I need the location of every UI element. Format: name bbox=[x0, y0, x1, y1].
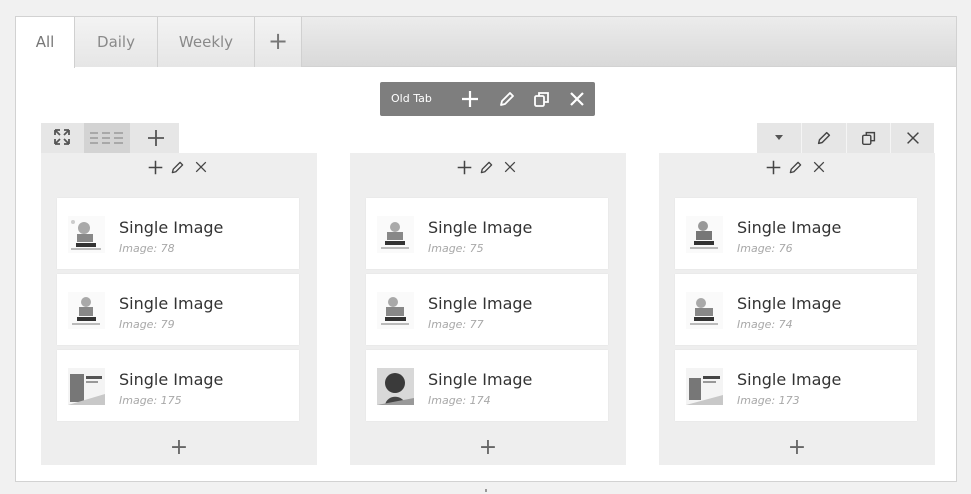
copy-icon bbox=[861, 131, 876, 146]
layout-frame: All Daily Weekly + Old Tab Single Image … bbox=[15, 16, 957, 482]
tab-all[interactable]: All bbox=[16, 17, 75, 68]
promo-thumbnail-icon bbox=[68, 216, 105, 253]
pencil-icon[interactable] bbox=[787, 159, 804, 176]
layout-icon bbox=[90, 132, 123, 144]
tab-toolbar: Old Tab bbox=[380, 82, 595, 116]
widget-subtitle: Image: 175 bbox=[119, 394, 182, 407]
widget-title: Single Image bbox=[119, 370, 224, 389]
widget-subtitle: Image: 78 bbox=[119, 242, 175, 255]
pencil-icon bbox=[817, 131, 831, 145]
column-1: Single Image Image: 78 Single Image Imag… bbox=[41, 153, 317, 465]
copy-row-button[interactable] bbox=[846, 123, 890, 153]
pencil-icon[interactable] bbox=[497, 89, 517, 109]
plus-icon[interactable] bbox=[147, 159, 164, 176]
widget-card[interactable]: Single Image Image: 74 bbox=[675, 274, 917, 345]
plus-icon[interactable] bbox=[456, 159, 473, 176]
expand-icon[interactable] bbox=[53, 128, 71, 146]
banner-thumbnail-icon bbox=[686, 368, 723, 405]
widget-title: Single Image bbox=[119, 294, 224, 313]
add-widget-button[interactable]: + bbox=[784, 437, 810, 459]
widget-card[interactable]: Single Image Image: 78 bbox=[57, 198, 299, 269]
widget-subtitle: Image: 173 bbox=[737, 394, 800, 407]
widget-card[interactable]: Single Image Image: 75 bbox=[366, 198, 608, 269]
widget-card[interactable]: Single Image Image: 79 bbox=[57, 274, 299, 345]
promo-thumbnail-icon bbox=[377, 216, 414, 253]
widget-title: Single Image bbox=[428, 370, 533, 389]
promo-thumbnail-icon bbox=[686, 292, 723, 329]
plus-icon[interactable] bbox=[146, 128, 166, 148]
widget-subtitle: Image: 74 bbox=[737, 318, 793, 331]
close-icon[interactable] bbox=[193, 159, 209, 175]
copy-icon[interactable] bbox=[532, 89, 552, 109]
widget-card[interactable]: Single Image Image: 175 bbox=[57, 350, 299, 421]
widget-subtitle: Image: 77 bbox=[428, 318, 484, 331]
layout-toolbar bbox=[41, 123, 179, 153]
widget-card[interactable]: Single Image Image: 173 bbox=[675, 350, 917, 421]
widget-card[interactable]: Single Image Image: 77 bbox=[366, 274, 608, 345]
add-widget-button[interactable]: + bbox=[166, 437, 192, 459]
widget-card[interactable]: Single Image Image: 76 bbox=[675, 198, 917, 269]
portrait-thumbnail-icon bbox=[377, 368, 414, 405]
widget-title: Single Image bbox=[428, 294, 533, 313]
pencil-icon[interactable] bbox=[169, 159, 186, 176]
dropdown-button[interactable] bbox=[757, 123, 801, 153]
edit-row-button[interactable] bbox=[801, 123, 846, 153]
layout-button[interactable] bbox=[84, 123, 130, 153]
widget-subtitle: Image: 174 bbox=[428, 394, 491, 407]
close-icon[interactable] bbox=[811, 159, 827, 175]
close-icon bbox=[907, 132, 919, 144]
close-icon[interactable] bbox=[502, 159, 518, 175]
widget-subtitle: Image: 75 bbox=[428, 242, 484, 255]
column-3: Single Image Image: 76 Single Image Imag… bbox=[659, 153, 935, 465]
column-toolbar bbox=[350, 153, 626, 181]
promo-thumbnail-icon bbox=[68, 292, 105, 329]
widget-card[interactable]: Single Image Image: 174 bbox=[366, 350, 608, 421]
promo-thumbnail-icon bbox=[686, 216, 723, 253]
column-2: Single Image Image: 75 Single Image Imag… bbox=[350, 153, 626, 465]
tab-daily[interactable]: Daily bbox=[75, 17, 158, 67]
resize-handle[interactable] bbox=[485, 489, 487, 492]
tab-toolbar-label: Old Tab bbox=[391, 92, 432, 105]
column-toolbar bbox=[659, 153, 935, 181]
tab-bar: All Daily Weekly + bbox=[16, 17, 956, 68]
dropdown-icon bbox=[775, 135, 783, 140]
add-tab-button[interactable]: + bbox=[255, 17, 302, 67]
banner-thumbnail-icon bbox=[68, 368, 105, 405]
tab-weekly[interactable]: Weekly bbox=[158, 17, 255, 67]
widget-subtitle: Image: 79 bbox=[119, 318, 175, 331]
add-widget-button[interactable]: + bbox=[475, 437, 501, 459]
widget-subtitle: Image: 76 bbox=[737, 242, 793, 255]
widget-title: Single Image bbox=[119, 218, 224, 237]
plus-icon[interactable] bbox=[765, 159, 782, 176]
widget-title: Single Image bbox=[737, 370, 842, 389]
widget-title: Single Image bbox=[737, 294, 842, 313]
pencil-icon[interactable] bbox=[478, 159, 495, 176]
row-toolbar bbox=[757, 123, 934, 153]
widget-title: Single Image bbox=[428, 218, 533, 237]
plus-icon[interactable] bbox=[460, 89, 480, 109]
delete-row-button[interactable] bbox=[890, 123, 934, 153]
column-toolbar bbox=[41, 153, 317, 181]
promo-thumbnail-icon bbox=[377, 292, 414, 329]
widget-title: Single Image bbox=[737, 218, 842, 237]
close-icon[interactable] bbox=[567, 89, 587, 109]
